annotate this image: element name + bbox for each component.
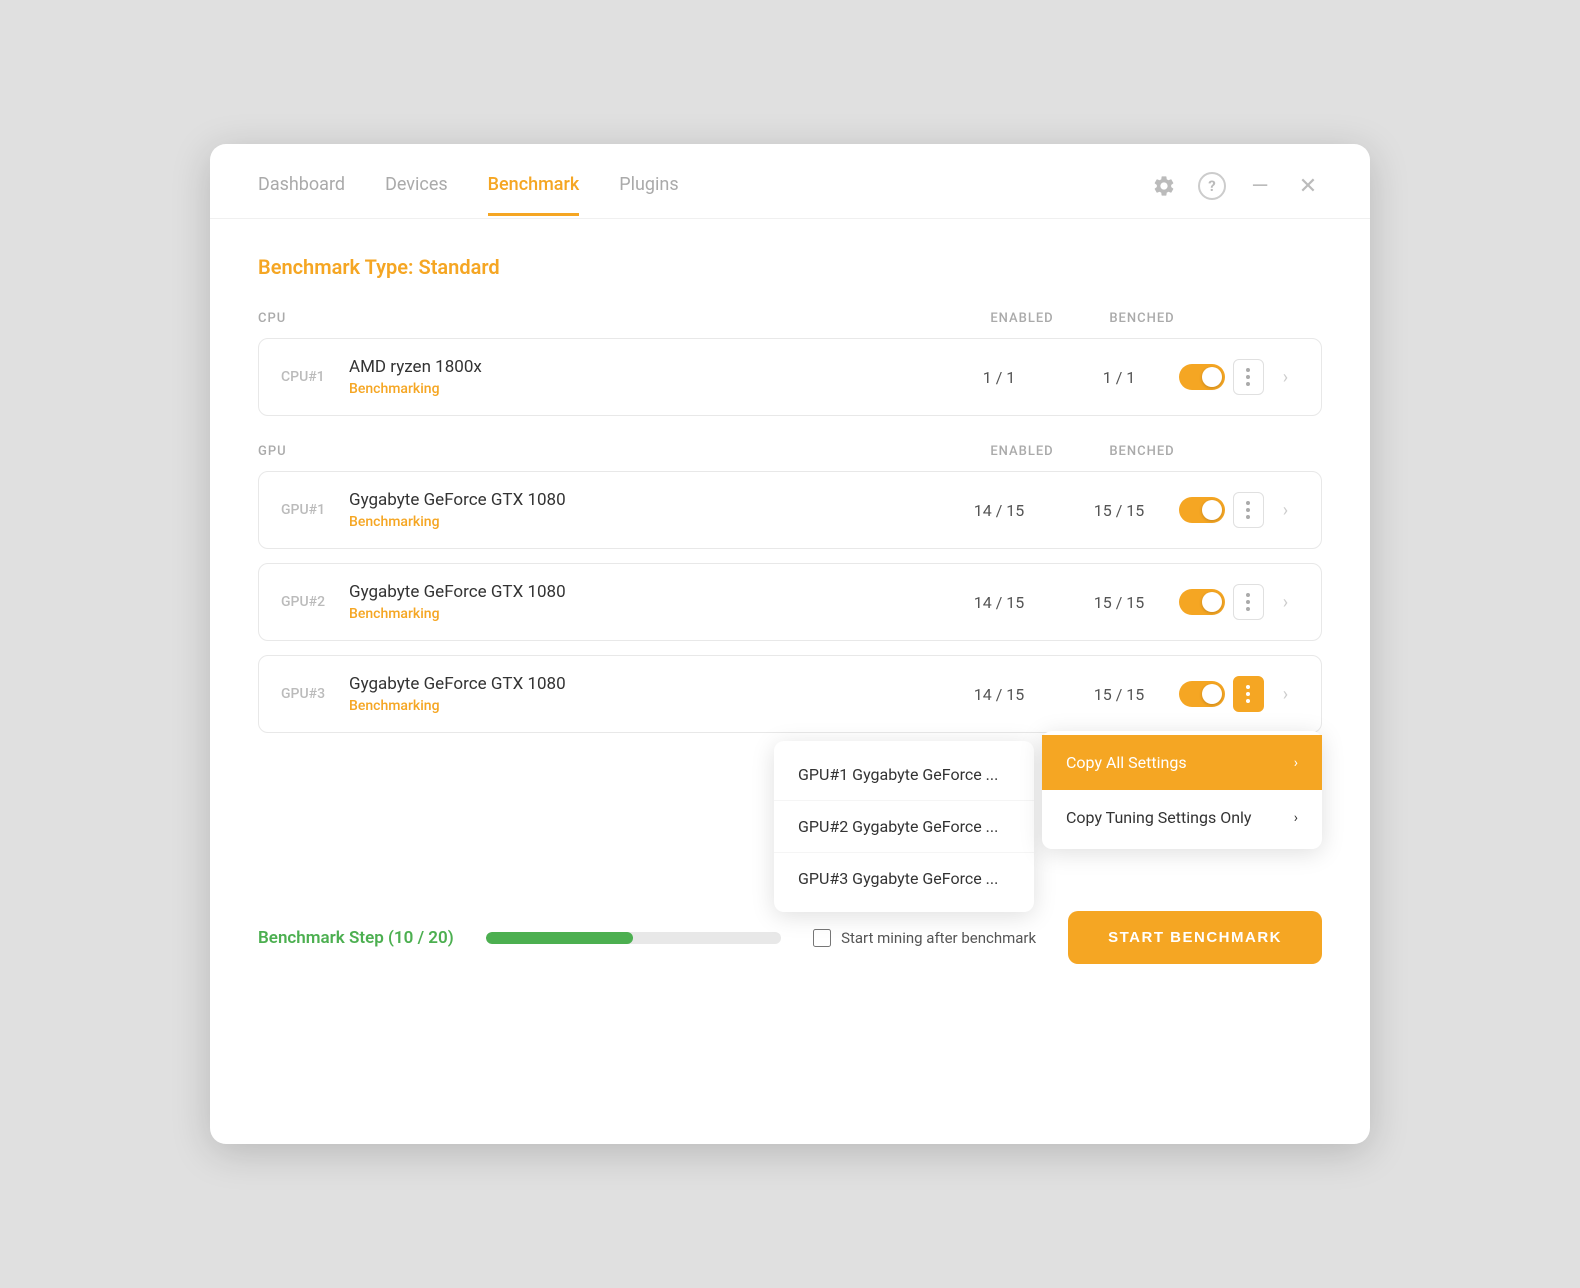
gpu-section-header: GPU ENABLED BENCHED	[258, 444, 1322, 459]
sub-menu-item-gpu3[interactable]: GPU#3 Gygabyte GeForce ...	[774, 853, 1034, 904]
help-icon[interactable]: ?	[1198, 172, 1226, 200]
gpu-chevron-1[interactable]: ›	[1272, 496, 1299, 524]
gpu-chevron-2[interactable]: ›	[1272, 588, 1299, 616]
benchmark-step-label: Benchmark Step (10 / 20)	[258, 928, 454, 948]
tab-plugins[interactable]: Plugins	[619, 174, 678, 216]
cpu-device-id-1: CPU#1	[281, 369, 349, 385]
nav-tabs: Dashboard Devices Benchmark Plugins	[258, 174, 1150, 216]
gpu-toggle-2[interactable]	[1179, 589, 1225, 615]
gpu-device-actions-2: ›	[1179, 584, 1299, 620]
copy-all-chevron-icon: ›	[1294, 755, 1298, 771]
gpu-device-actions-3: ›	[1179, 676, 1299, 712]
copy-tuning-chevron-icon: ›	[1294, 810, 1298, 826]
start-mining-checkbox[interactable]	[813, 929, 831, 947]
gpu-device-actions-1: ›	[1179, 492, 1299, 528]
copy-all-settings-item[interactable]: Copy All Settings ›	[1042, 735, 1322, 790]
main-content: Benchmark Type: Standard CPU ENABLED BEN…	[210, 219, 1370, 733]
gpu-dots-btn-2[interactable]	[1233, 584, 1264, 620]
close-icon[interactable]: ✕	[1294, 172, 1322, 200]
cpu-device-row-1: CPU#1 AMD ryzen 1800x Benchmarking 1 / 1…	[258, 338, 1322, 416]
cpu-section-header: CPU ENABLED BENCHED	[258, 311, 1322, 326]
benchmark-type-label: Benchmark Type: Standard	[258, 255, 1322, 279]
tab-benchmark[interactable]: Benchmark	[488, 174, 580, 216]
gpu-section: GPU ENABLED BENCHED GPU#1 Gygabyte GeFor…	[258, 444, 1322, 733]
gpu-device-row-3: GPU#3 Gygabyte GeForce GTX 1080 Benchmar…	[258, 655, 1322, 733]
gpu-device-info-1: Gygabyte GeForce GTX 1080 Benchmarking	[349, 490, 939, 530]
tab-devices[interactable]: Devices	[385, 174, 448, 216]
app-window: Dashboard Devices Benchmark Plugins ? — …	[210, 144, 1370, 1144]
gpu-device-info-3: Gygabyte GeForce GTX 1080 Benchmarking	[349, 674, 939, 714]
cpu-toggle-1[interactable]	[1179, 364, 1225, 390]
gpu-dots-btn-3[interactable]	[1233, 676, 1264, 712]
progress-bar	[486, 932, 781, 944]
progress-bar-fill	[486, 932, 634, 944]
cpu-device-info-1: AMD ryzen 1800x Benchmarking	[349, 357, 939, 397]
minimize-icon[interactable]: —	[1246, 172, 1274, 200]
tab-dashboard[interactable]: Dashboard	[258, 174, 345, 216]
context-main-menu: Copy All Settings › Copy Tuning Settings…	[1042, 731, 1322, 849]
gpu-toggle-1[interactable]	[1179, 497, 1225, 523]
start-benchmark-button[interactable]: START BENCHMARK	[1068, 911, 1322, 964]
gpu-device-row-2: GPU#2 Gygabyte GeForce GTX 1080 Benchmar…	[258, 563, 1322, 641]
gpu-device-id-3: GPU#3	[281, 686, 349, 702]
gpu-dots-btn-1[interactable]	[1233, 492, 1264, 528]
copy-tuning-settings-item[interactable]: Copy Tuning Settings Only ›	[1042, 790, 1322, 845]
nav-actions: ? — ✕	[1150, 172, 1322, 218]
gpu-device-id-1: GPU#1	[281, 502, 349, 518]
settings-icon[interactable]	[1150, 172, 1178, 200]
sub-menu-item-gpu2[interactable]: GPU#2 Gygabyte GeForce ...	[774, 801, 1034, 853]
start-mining-checkbox-label[interactable]: Start mining after benchmark	[813, 929, 1036, 947]
context-sub-menu: GPU#1 Gygabyte GeForce ... GPU#2 Gygabyt…	[774, 741, 1034, 912]
gpu-device-row-1: GPU#1 Gygabyte GeForce GTX 1080 Benchmar…	[258, 471, 1322, 549]
sub-menu-item-gpu1[interactable]: GPU#1 Gygabyte GeForce ...	[774, 749, 1034, 801]
gpu-device-info-2: Gygabyte GeForce GTX 1080 Benchmarking	[349, 582, 939, 622]
cpu-dots-btn-1[interactable]	[1233, 359, 1264, 395]
cpu-device-actions-1: ›	[1179, 359, 1299, 395]
cpu-section: CPU ENABLED BENCHED CPU#1 AMD ryzen 1800…	[258, 311, 1322, 416]
gpu-device-id-2: GPU#2	[281, 594, 349, 610]
nav-bar: Dashboard Devices Benchmark Plugins ? — …	[210, 144, 1370, 219]
cpu-chevron-1[interactable]: ›	[1272, 363, 1299, 391]
gpu-toggle-3[interactable]	[1179, 681, 1225, 707]
gpu-chevron-3[interactable]: ›	[1272, 680, 1299, 708]
